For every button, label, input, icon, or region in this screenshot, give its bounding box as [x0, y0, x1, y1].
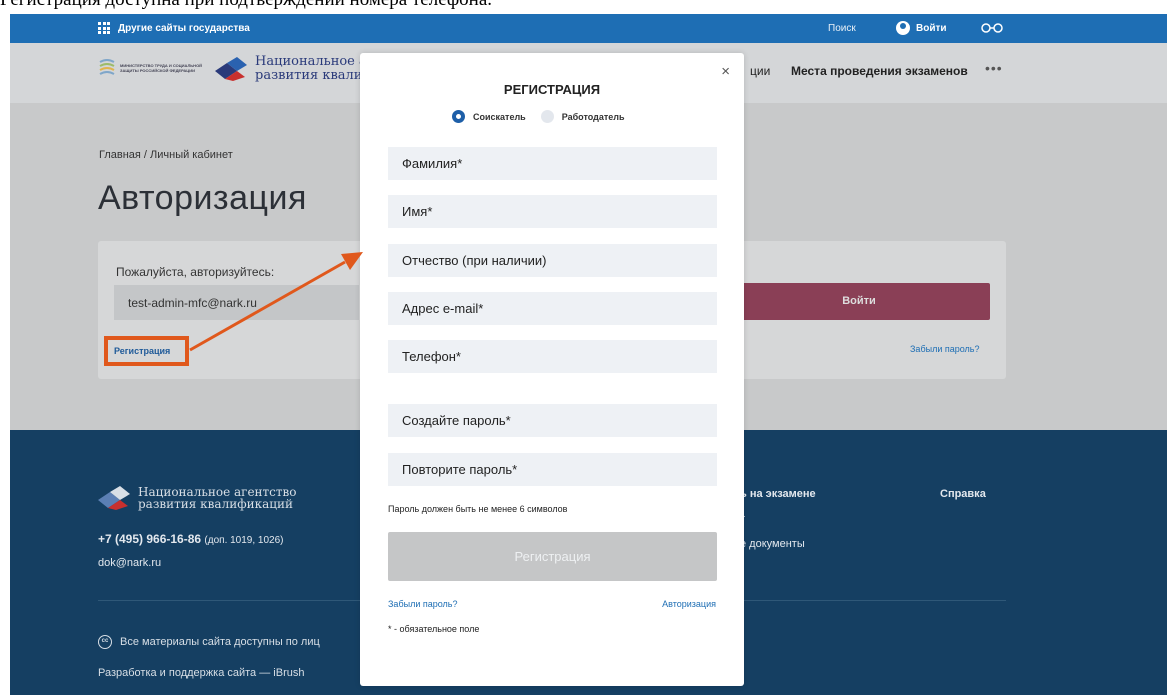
nark-logo[interactable]: Национальное а развития квали: [215, 55, 367, 83]
repeat-password-field[interactable]: Повторите пароль*: [388, 453, 717, 486]
ministry-emblem-icon: [99, 59, 115, 75]
role-employer-label[interactable]: Работодатель: [562, 112, 625, 122]
page-title: Авторизация: [98, 179, 307, 217]
other-sites-link[interactable]: Другие сайты государства: [98, 22, 250, 34]
user-icon: [896, 21, 910, 35]
accessibility-glasses-icon[interactable]: [980, 23, 1004, 33]
nark-name-line2: развития квали: [255, 68, 363, 83]
required-field-note: * - обязательное поле: [388, 624, 480, 634]
search-link[interactable]: Поиск: [828, 23, 856, 34]
role-seeker-radio[interactable]: [452, 110, 465, 123]
breadcrumb[interactable]: Главная / Личный кабинет: [99, 149, 233, 161]
nav-partial-item[interactable]: ции: [750, 64, 770, 78]
phone-field[interactable]: Телефон*: [388, 340, 717, 373]
role-employer-radio[interactable]: [540, 110, 554, 123]
footer-license: cc Все материалы сайта доступны по лиц: [98, 635, 320, 649]
footer-help-link[interactable]: Справка: [940, 488, 986, 500]
forgot-password-link[interactable]: Забыли пароль?: [910, 344, 979, 354]
footer-developer[interactable]: Разработка и поддержка сайта — iBrush: [98, 667, 304, 679]
modal-authorization-link[interactable]: Авторизация: [662, 599, 716, 609]
close-icon[interactable]: ×: [721, 63, 730, 80]
ministry-logo[interactable]: МИНИСТЕРСТВО ТРУДА И СОЦИАЛЬНОЙ ЗАЩИТЫ Р…: [98, 58, 210, 78]
gov-top-bar: Другие сайты государства Поиск Войти: [10, 14, 1167, 43]
footer-email[interactable]: dok@nark.ru: [98, 557, 161, 569]
password-hint: Пароль должен быть не менее 6 символов: [388, 504, 568, 514]
register-button[interactable]: Регистрация: [388, 532, 717, 581]
footer-phone-number: +7 (495) 966-16-86: [98, 532, 202, 546]
first-name-field[interactable]: Имя*: [388, 195, 717, 228]
login-button[interactable]: Войти: [728, 283, 990, 320]
more-menu-icon[interactable]: •••: [985, 60, 1003, 76]
footer-link-exam[interactable]: ь на экзамене: [740, 488, 816, 500]
top-login-link[interactable]: Войти: [896, 21, 947, 35]
footer-link-docs[interactable]: е документы: [740, 538, 805, 550]
patronymic-field[interactable]: Отчество (при наличии): [388, 244, 717, 277]
footer-phone-ext: (доп. 1019, 1026): [204, 535, 284, 546]
registration-link[interactable]: Регистрация: [104, 336, 189, 366]
modal-forgot-password-link[interactable]: Забыли пароль?: [388, 599, 457, 609]
create-password-field[interactable]: Создайте пароль*: [388, 404, 717, 437]
top-login-label: Войти: [916, 22, 947, 34]
creative-commons-icon: cc: [98, 635, 112, 649]
ministry-text: МИНИСТЕРСТВО ТРУДА И СОЦИАЛЬНОЙ ЗАЩИТЫ Р…: [120, 63, 203, 73]
modal-title: РЕГИСТРАЦИЯ: [503, 82, 601, 97]
footer-logo[interactable]: Национальное агентство развития квалифик…: [98, 486, 297, 510]
footer-license-text: Все материалы сайта доступны по лиц: [120, 636, 320, 648]
footer-phone: +7 (495) 966-16-86 (доп. 1019, 1026): [98, 532, 284, 546]
email-field[interactable]: Адрес e-mail*: [388, 292, 717, 325]
auth-prompt: Пожалуйста, авторизуйтесь:: [116, 265, 275, 279]
nark-logo-icon: [215, 57, 247, 81]
footer-logo-line2: развития квалификаций: [138, 497, 293, 511]
nav-exam-places[interactable]: Места проведения экзаменов: [791, 64, 968, 78]
grid-icon: [98, 22, 110, 34]
role-seeker-label[interactable]: Соискатель: [473, 112, 526, 122]
last-name-field[interactable]: Фамилия*: [388, 147, 717, 180]
other-sites-label: Другие сайты государства: [118, 22, 250, 34]
page: Регистрация доступна при подтверждении н…: [0, 0, 1167, 695]
document-caption: Регистрация доступна при подтверждении н…: [0, 0, 492, 11]
email-input[interactable]: test-admin-mfc@nark.ru: [114, 285, 359, 320]
registration-modal: × РЕГИСТРАЦИЯ Соискатель Работодатель Фа…: [360, 53, 744, 686]
footer-logo-icon: [98, 486, 130, 510]
role-selector: Соискатель Работодатель: [452, 110, 625, 123]
nark-name-line1: Национальное а: [255, 54, 367, 69]
